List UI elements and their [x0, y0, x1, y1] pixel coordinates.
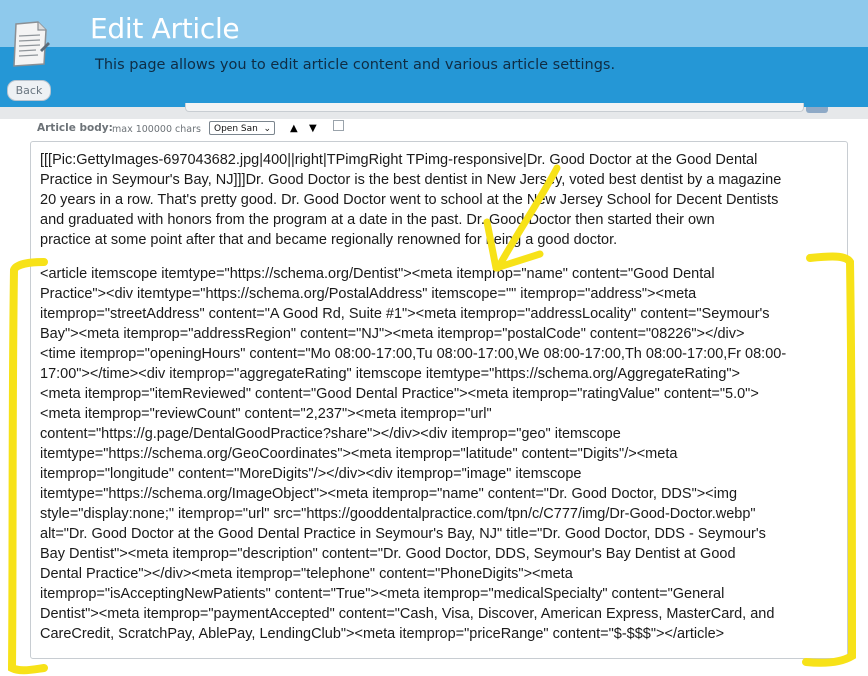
page-title: Edit Article: [90, 12, 240, 45]
editor-line: 20 years in a row. That's pretty good. D…: [40, 192, 779, 208]
editor-line: Dental Practice"></div><meta itemprop="t…: [40, 566, 573, 582]
toolbar-checkbox[interactable]: [333, 120, 344, 131]
editor-line: Bay"><meta itemprop="addressRegion" cont…: [40, 326, 745, 342]
side-tab[interactable]: [806, 107, 828, 113]
editor-line: CareCredit, ScratchPay, AblePay, Lending…: [40, 626, 725, 642]
editor-line: Bay Dentist"><meta itemprop="description…: [40, 546, 736, 562]
editor-line: Practice"><div itemtype="https://schema.…: [40, 286, 697, 302]
chevron-down-icon: ⌄: [263, 124, 271, 134]
editor-line: Dentist"><meta itemprop="paymentAccepted…: [40, 606, 775, 622]
editor-line: <meta itemprop="itemReviewed" content="G…: [40, 386, 759, 402]
editor-line: <article itemscope itemtype="https://sch…: [40, 266, 715, 282]
article-body-label: Article body:: [37, 122, 113, 134]
editor-line: itemprop="streetAddress" content="A Good…: [40, 306, 770, 322]
editor-line: and graduated with honors from the progr…: [40, 212, 715, 228]
editor-line: Practice in Seymour's Bay, NJ]]]Dr. Good…: [40, 172, 782, 188]
editor-line: style="display:none;" itemprop="url" src…: [40, 506, 756, 522]
font-size-down-icon[interactable]: ▼: [309, 123, 317, 134]
font-select-value: Open San: [214, 124, 258, 134]
max-chars-note: max 100000 chars: [112, 124, 201, 135]
editor-line: content="https://g.page/DentalGoodPracti…: [40, 426, 621, 442]
editor-line: itemprop="longitude" content="MoreDigits…: [40, 466, 582, 482]
page-description: This page allows you to edit article con…: [95, 57, 616, 73]
previous-field-edge: [185, 103, 804, 112]
editor-line: alt="Dr. Good Doctor at the Good Dental …: [40, 526, 766, 542]
font-size-up-icon[interactable]: ▲: [290, 123, 298, 134]
editor-line: <meta itemprop="reviewCount" content="2,…: [40, 406, 492, 422]
editor-line: 17:00"></time><div itemprop="aggregateRa…: [40, 366, 740, 382]
header-description-bar: [0, 47, 868, 107]
article-body-content[interactable]: [[[Pic:GettyImages-697043682.jpg|400||ri…: [40, 150, 840, 644]
back-button[interactable]: Back: [7, 80, 51, 101]
editor-line: [[[Pic:GettyImages-697043682.jpg|400||ri…: [40, 152, 758, 168]
editor-line: <time itemprop="openingHours" content="M…: [40, 346, 787, 362]
editor-line: practice at some point after that and be…: [40, 232, 618, 248]
font-family-select[interactable]: Open San ⌄: [209, 121, 275, 135]
editor-line: itemprop="isAcceptingNewPatients" conten…: [40, 586, 725, 602]
document-edit-icon: [13, 21, 50, 67]
editor-line: itemtype="https://schema.org/GeoCoordina…: [40, 446, 678, 462]
editor-line: itemtype="https://schema.org/ImageObject…: [40, 486, 738, 502]
